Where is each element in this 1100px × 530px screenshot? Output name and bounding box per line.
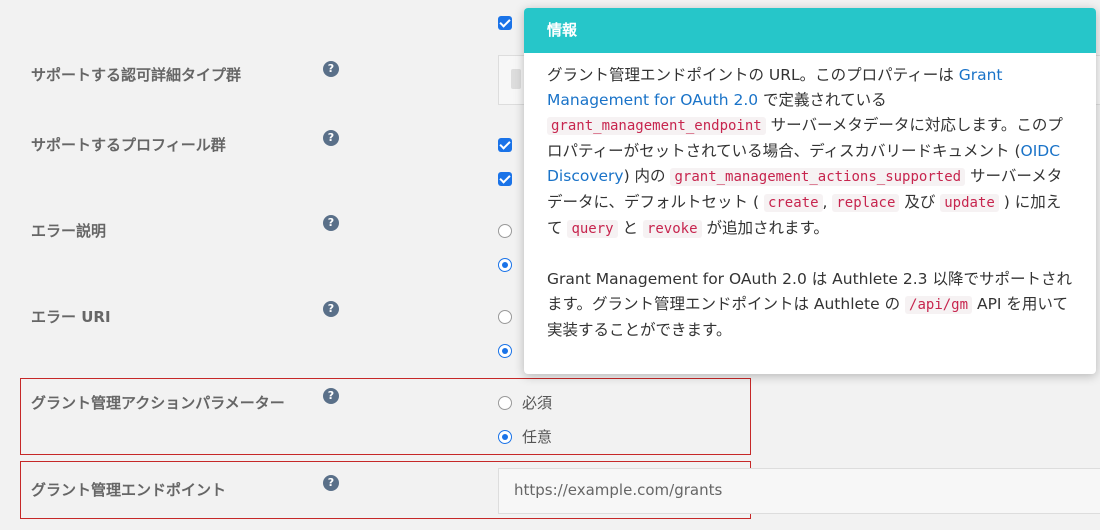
error-uri-radio-2[interactable] [498,344,512,358]
error-description-radio-2[interactable] [498,258,512,272]
error-description-label: エラー説明 [31,222,107,240]
text: が追加されます。 [701,219,829,237]
popover-body: グラント管理エンドポイントの URL。このプロパティーは Grant Manag… [524,53,1096,343]
help-icon[interactable]: ? [323,301,339,317]
help-icon[interactable]: ? [323,61,339,77]
code-revoke: revoke [642,220,702,238]
grant-mgmt-action-label: グラント管理アクションパラメーター [31,394,285,412]
grant-mgmt-action-radio-required[interactable] [498,396,512,410]
help-icon[interactable]: ? [323,215,339,231]
popover-title: 情報 [524,8,1096,53]
grant-mgmt-endpoint-field[interactable] [498,468,1100,514]
code-grant-management-endpoint: grant_management_endpoint [547,117,766,135]
grant-mgmt-action-optional-label: 任意 [522,428,553,446]
code-query: query [567,220,618,238]
code-actions-supported: grant_management_actions_supported [670,168,966,186]
code-update: update [940,194,999,212]
text: で定義されている [758,91,887,109]
text: と [617,219,643,237]
help-icon[interactable]: ? [323,130,339,146]
popover-paragraph-2: Grant Management for OAuth 2.0 は Authlet… [547,267,1072,343]
profile-checkbox-2[interactable] [498,172,512,186]
help-icon[interactable]: ? [323,388,339,404]
code-replace: replace [832,194,900,212]
checkbox-top[interactable] [498,16,512,30]
grant-mgmt-action-required-label: 必須 [522,394,553,412]
grant-mgmt-action-radio-optional[interactable] [498,430,512,444]
text: ) 内の [623,167,671,185]
text: 及び [899,193,941,211]
profiles-label: サポートするプロフィール群 [31,136,226,154]
grant-mgmt-endpoint-label: グラント管理エンドポイント [31,481,227,499]
profile-checkbox-1[interactable] [498,138,512,152]
error-uri-radio-1[interactable] [498,310,512,324]
code-api-gm: /api/gm [905,296,973,314]
tag-chip [511,69,521,89]
error-uri-label: エラー URI [31,308,111,326]
authz-detail-types-label: サポートする認可詳細タイプ群 [31,66,242,84]
code-create: create [763,194,823,212]
info-popover: 情報 グラント管理エンドポイントの URL。このプロパティーは Grant Ma… [524,8,1096,374]
text: グラント管理エンドポイントの URL。このプロパティーは [547,66,959,84]
error-description-radio-1[interactable] [498,224,512,238]
highlight-grant-mgmt-action [20,378,751,455]
popover-paragraph-1: グラント管理エンドポイントの URL。このプロパティーは Grant Manag… [547,63,1072,242]
grant-mgmt-endpoint-input[interactable] [514,481,1074,499]
help-icon[interactable]: ? [323,475,339,491]
text: , [822,193,833,211]
